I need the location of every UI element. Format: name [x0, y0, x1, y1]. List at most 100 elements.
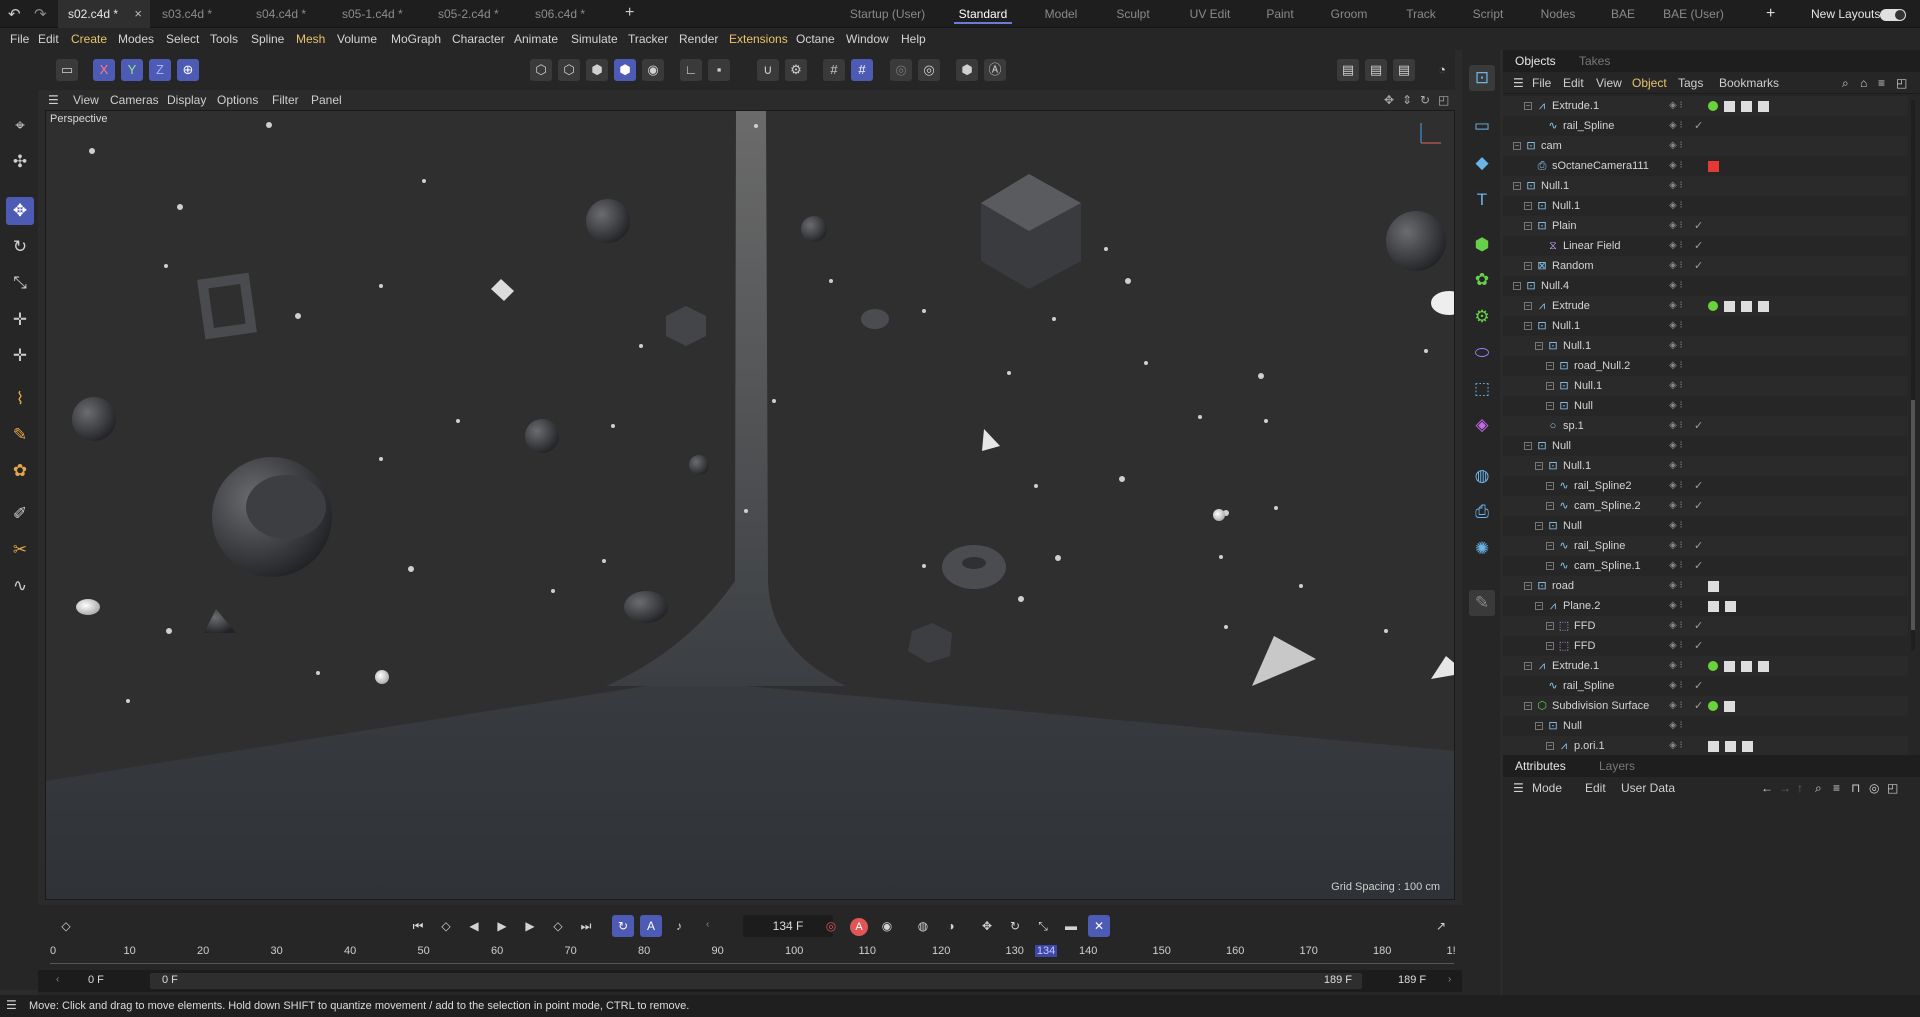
visibility-dots-icon[interactable]: ◈ ⁝	[1669, 696, 1683, 716]
mograph-cluster-icon[interactable]: ✿	[1469, 267, 1495, 293]
object-row[interactable]: − ⬡ Subdivision Surface ◈ ⁝ ✓	[1503, 696, 1908, 716]
objects-menu-tags[interactable]: Tags	[1678, 72, 1703, 94]
visibility-dots-icon[interactable]: ◈ ⁝	[1669, 676, 1683, 696]
visibility-dots-icon[interactable]: ◈ ⁝	[1669, 636, 1683, 656]
tree-expand-icon[interactable]: −	[1524, 702, 1532, 710]
soft-selection-icon[interactable]: ◎	[890, 59, 912, 81]
tab-layers[interactable]: Layers	[1599, 755, 1635, 777]
attributes-filter-icon[interactable]: ≡	[1833, 777, 1840, 799]
tree-expand-icon[interactable]: −	[1524, 662, 1532, 670]
visibility-dots-icon[interactable]: ◈ ⁝	[1669, 616, 1683, 636]
layout-bae[interactable]: BAE	[1603, 0, 1643, 28]
previous-frame-icon[interactable]: ◀	[463, 915, 485, 937]
visibility-dots-icon[interactable]: ◈ ⁝	[1669, 316, 1683, 336]
enabled-check-icon[interactable]: ✓	[1694, 676, 1703, 696]
keyframe-selection-icon[interactable]: ◉	[876, 915, 898, 937]
object-row[interactable]: − ⊡ cam ◈ ⁝	[1503, 136, 1908, 156]
tag-icon[interactable]	[1708, 600, 1719, 612]
key-pla-icon[interactable]: ✕	[1088, 915, 1110, 937]
select-object-icon[interactable]: ▭	[56, 59, 78, 81]
objects-new-window-icon[interactable]: ◰	[1896, 72, 1907, 94]
tab-objects[interactable]: Objects	[1515, 50, 1556, 72]
range-end-field[interactable]: 189 F	[1398, 974, 1426, 986]
visibility-dots-icon[interactable]: ◈ ⁝	[1669, 356, 1683, 376]
object-row[interactable]: − ⊡ Plain ◈ ⁝ ✓	[1503, 216, 1908, 236]
object-name[interactable]: Extrude	[1552, 296, 1590, 316]
add-layout-icon[interactable]: +	[1766, 5, 1775, 23]
menu-simulate[interactable]: Simulate	[571, 28, 618, 50]
tree-expand-icon[interactable]: −	[1546, 742, 1554, 750]
doc-tab-s04[interactable]: s04.c4d *	[246, 0, 342, 28]
tree-expand-icon[interactable]: −	[1524, 442, 1532, 450]
viewport-menu-filter[interactable]: Filter	[272, 90, 299, 110]
menu-character[interactable]: Character	[452, 28, 505, 50]
visibility-dots-icon[interactable]: ◈ ⁝	[1669, 276, 1683, 296]
rotate-tool-icon[interactable]: ↻	[6, 233, 34, 261]
tweak-icon[interactable]: ⚙	[785, 59, 807, 81]
viewport-maximize-icon[interactable]: ◰	[1438, 90, 1449, 110]
perspective-viewport[interactable]: Perspective Grid Spacing : 100 cm	[45, 110, 1455, 900]
tag-icon[interactable]	[1724, 660, 1735, 672]
tree-expand-icon[interactable]: −	[1513, 282, 1521, 290]
spline-sketch-icon[interactable]: ∿	[6, 572, 34, 600]
attributes-menu-mode[interactable]: Mode	[1532, 777, 1562, 799]
magnet-icon[interactable]: ∪	[757, 59, 779, 81]
tag-icon[interactable]	[1725, 740, 1736, 752]
material-tag-icon[interactable]	[1708, 661, 1718, 672]
coordinate-system-icon[interactable]: ⊕	[177, 59, 199, 81]
tag-icon[interactable]	[1758, 660, 1769, 672]
viewport-menu-display[interactable]: Display	[167, 90, 206, 110]
tag-icon[interactable]	[1741, 660, 1752, 672]
object-name[interactable]: Null.4	[1541, 276, 1569, 296]
menu-extensions[interactable]: Extensions	[729, 28, 788, 50]
object-mode-icon[interactable]: ◉	[642, 59, 664, 81]
object-row[interactable]: − ⬚ FFD ◈ ⁝ ✓	[1503, 636, 1908, 656]
playhead-label[interactable]: 134	[1034, 945, 1058, 957]
viewport-rotate-icon[interactable]: ↻	[1420, 90, 1430, 110]
object-name[interactable]: Null	[1552, 436, 1571, 456]
object-row[interactable]: − ⊠ Random ◈ ⁝ ✓	[1503, 256, 1908, 276]
enabled-check-icon[interactable]: ✓	[1694, 236, 1703, 256]
tag-icon[interactable]	[1708, 740, 1719, 752]
attributes-new-window-icon[interactable]: ◰	[1887, 777, 1898, 799]
object-name[interactable]: Plain	[1552, 216, 1576, 236]
object-row[interactable]: − ⊡ road ◈ ⁝	[1503, 576, 1908, 596]
objects-menu-view[interactable]: View	[1596, 72, 1622, 94]
object-row[interactable]: − ∿ cam_Spline.2 ◈ ⁝ ✓	[1503, 496, 1908, 516]
tag-icon[interactable]	[1708, 580, 1719, 592]
objects-filter-icon[interactable]: ≡	[1878, 72, 1885, 94]
camera-icon[interactable]: ⎙	[1469, 499, 1495, 525]
visibility-dots-icon[interactable]: ◈ ⁝	[1669, 236, 1683, 256]
visibility-dots-icon[interactable]: ◈ ⁝	[1669, 416, 1683, 436]
layout-paint[interactable]: Paint	[1255, 0, 1305, 28]
object-name[interactable]: Plane.2	[1563, 596, 1600, 616]
tree-expand-icon[interactable]: −	[1546, 382, 1554, 390]
pla-icon[interactable]: ◑	[940, 915, 962, 937]
tree-expand-icon[interactable]: −	[1546, 502, 1554, 510]
render-region-icon[interactable]: ▤	[1337, 59, 1359, 81]
object-name[interactable]: Null.1	[1574, 376, 1602, 396]
attributes-menu-user-data[interactable]: User Data	[1621, 777, 1675, 799]
lock-icon[interactable]: ⊓	[1851, 777, 1860, 799]
tree-expand-icon[interactable]: −	[1524, 222, 1532, 230]
cube-icon[interactable]: ◆	[1469, 150, 1495, 176]
render-queue-icon[interactable]: ◔	[1431, 59, 1453, 81]
tree-expand-icon[interactable]: −	[1535, 522, 1543, 530]
tag-icon[interactable]	[1741, 100, 1752, 112]
visibility-dots-icon[interactable]: ◈ ⁝	[1669, 656, 1683, 676]
object-row[interactable]: ⎙ sOctaneCamera111 ◈ ⁝	[1503, 156, 1908, 176]
attributes-settings-icon[interactable]: ◎	[1869, 777, 1879, 799]
doc-tab-s06[interactable]: s06.c4d *	[525, 0, 621, 28]
viewport-hamburger-icon[interactable]: ☰	[48, 90, 59, 110]
attributes-hamburger-icon[interactable]: ☰	[1513, 777, 1524, 799]
object-row[interactable]: − ⊡ Null ◈ ⁝	[1503, 396, 1908, 416]
layout-bae-user[interactable]: BAE (User)	[1656, 0, 1731, 28]
object-name[interactable]: rail_Spline	[1574, 536, 1625, 556]
menu-edit[interactable]: Edit	[38, 28, 59, 50]
play-icon[interactable]: ▶	[491, 915, 513, 937]
object-name[interactable]: rail_Spline	[1563, 676, 1614, 696]
object-name[interactable]: Null.1	[1552, 316, 1580, 336]
key-param-icon[interactable]: ▬	[1060, 915, 1082, 937]
key-position-icon[interactable]: ✥	[976, 915, 998, 937]
object-name[interactable]: Null	[1574, 396, 1593, 416]
